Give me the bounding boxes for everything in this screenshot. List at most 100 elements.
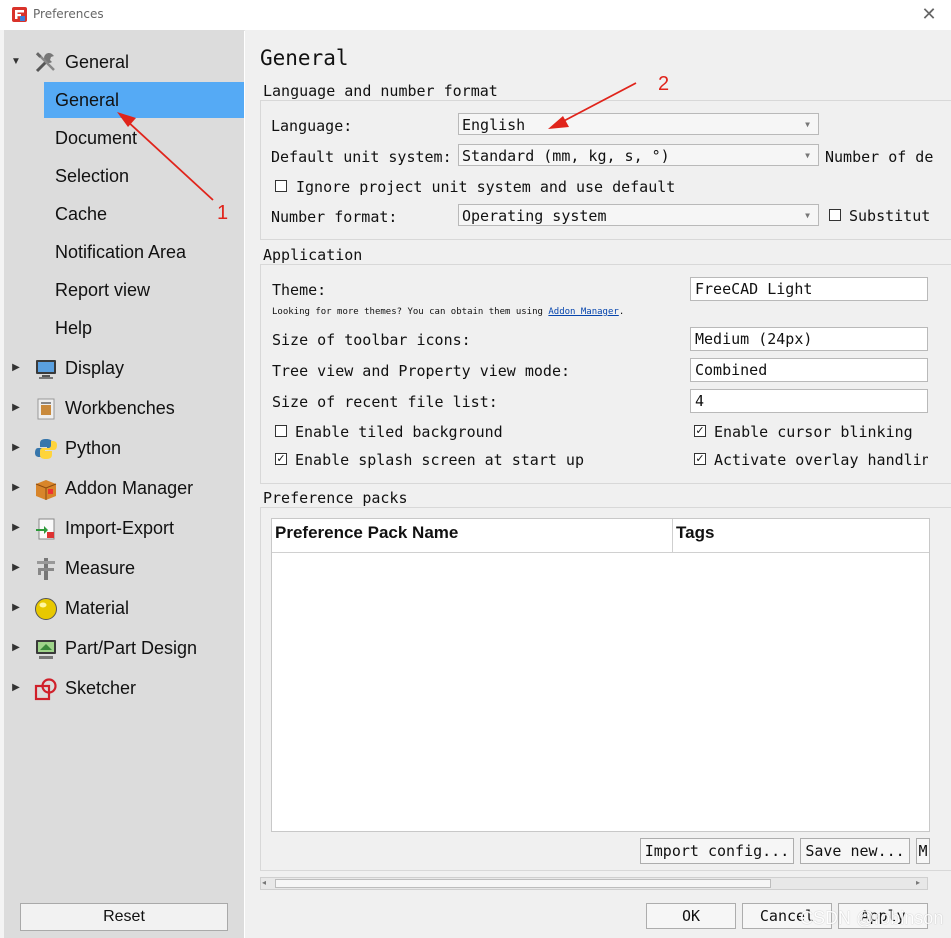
addon-manager-link[interactable]: Addon Manager	[548, 307, 618, 317]
tree-item-material[interactable]: ▶ Material	[4, 589, 244, 627]
overlay-handling-label: Activate overlay handlin	[714, 451, 928, 469]
group-title-language: Language and number format	[263, 82, 498, 100]
tree-child-report-view[interactable]: Report view	[44, 272, 244, 308]
tree-child-selection[interactable]: Selection	[44, 158, 244, 194]
tools-icon	[35, 52, 55, 73]
themes-hint: Looking for more themes? You can obtain …	[272, 307, 624, 317]
tree-item-python[interactable]: ▶ Python	[4, 429, 244, 467]
tree-item-part-design[interactable]: ▶ Part/Part Design	[4, 629, 244, 667]
more-button[interactable]: M	[916, 838, 930, 864]
substitute-checkbox[interactable]	[829, 209, 841, 221]
decimals-label: Number of de	[825, 148, 934, 166]
tree-item-sketcher[interactable]: ▶ Sketcher	[4, 669, 244, 707]
tree-child-label: Document	[55, 128, 138, 148]
tree-mode-select[interactable]: Combined	[690, 358, 928, 382]
tree-item-label: Sketcher	[65, 678, 137, 698]
tree-item-label: Workbenches	[65, 398, 175, 418]
part-design-icon	[36, 640, 56, 659]
collapsed-arrow-icon[interactable]: ▶	[10, 629, 22, 667]
collapsed-arrow-icon[interactable]: ▶	[10, 389, 22, 427]
workbenches-icon	[37, 398, 55, 420]
language-select[interactable]: English ▼	[458, 113, 819, 135]
collapsed-arrow-icon[interactable]: ▶	[10, 469, 22, 507]
ok-button[interactable]: OK	[646, 903, 736, 929]
tree-item-label: Material	[65, 598, 130, 618]
recent-files-label: Size of recent file list:	[272, 393, 498, 411]
annotation-label-2: 2	[658, 73, 670, 95]
collapsed-arrow-icon[interactable]: ▶	[10, 589, 22, 627]
python-icon	[35, 439, 57, 459]
caliper-icon	[37, 558, 55, 580]
sketcher-icon	[34, 678, 57, 701]
group-title-preference-packs: Preference packs	[263, 489, 408, 507]
recent-files-spinbox[interactable]: 4	[690, 389, 928, 413]
tree-item-label: Import-Export	[65, 518, 175, 538]
language-label: Language:	[271, 117, 353, 135]
tree-item-addon-manager[interactable]: ▶ Addon Manager	[4, 469, 244, 507]
themes-hint-text: Looking for more themes? You can obtain …	[272, 307, 543, 317]
tree-child-document[interactable]: Document	[44, 120, 244, 156]
cursor-blinking-label: Enable cursor blinking	[714, 423, 913, 441]
expanded-arrow-icon[interactable]: ▼	[10, 43, 22, 81]
tree-item-display[interactable]: ▶ Display	[4, 349, 244, 387]
tree-child-general[interactable]: General	[44, 82, 244, 118]
collapsed-arrow-icon[interactable]: ▶	[10, 349, 22, 387]
tree-child-help[interactable]: Help	[44, 310, 244, 346]
splash-screen-checkbox[interactable]: ✓	[275, 453, 287, 465]
tree-child-label: Report view	[55, 280, 151, 300]
toolbar-icons-select[interactable]: Medium (24px)	[690, 327, 928, 351]
import-export-icon	[36, 518, 55, 540]
themes-hint-end: .	[618, 307, 625, 317]
tree-child-label: Cache	[55, 204, 108, 224]
tree-item-label: Python	[65, 438, 122, 458]
import-config-button[interactable]: Import config...	[640, 838, 794, 864]
column-header-pack-name[interactable]: Preference Pack Name	[272, 519, 673, 553]
theme-select[interactable]: FreeCAD Light	[690, 277, 928, 301]
unit-system-select[interactable]: Standard (mm, kg, s, °) ▼	[458, 144, 819, 166]
window-title: Preferences	[33, 7, 104, 21]
unit-system-value: Standard (mm, kg, s, °)	[462, 147, 670, 165]
tree-item-label: Part/Part Design	[65, 638, 198, 658]
title-bar	[0, 0, 951, 31]
tree-item-label: Display	[65, 358, 125, 378]
scroll-right-arrow-icon[interactable]: ▸	[916, 878, 920, 887]
tree-child-cache[interactable]: Cache	[44, 196, 244, 232]
overlay-handling-checkbox[interactable]: ✓	[694, 453, 706, 465]
number-format-select[interactable]: Operating system ▼	[458, 204, 819, 226]
scroll-left-arrow-icon[interactable]: ◂	[262, 878, 266, 887]
tree-child-notification-area[interactable]: Notification Area	[44, 234, 244, 270]
scrollbar-thumb[interactable]	[275, 879, 771, 888]
tree-mode-label: Tree view and Property view mode:	[272, 362, 571, 380]
collapsed-arrow-icon[interactable]: ▶	[10, 549, 22, 587]
close-icon[interactable]: ✕	[918, 4, 940, 26]
substitute-label: Substitut	[849, 207, 929, 225]
theme-label: Theme:	[272, 281, 327, 299]
column-header-tags[interactable]: Tags	[673, 519, 929, 553]
chevron-down-icon: ▼	[805, 211, 810, 220]
chevron-down-icon: ▼	[805, 120, 810, 129]
tiled-background-label: Enable tiled background	[295, 423, 503, 441]
reset-button[interactable]: Reset	[20, 903, 228, 931]
tree-child-label: Help	[55, 318, 93, 338]
cursor-blinking-checkbox[interactable]: ✓	[694, 425, 706, 437]
tree-item-import-export[interactable]: ▶ Import-Export	[4, 509, 244, 547]
freecad-app-icon	[12, 7, 27, 22]
language-value: English	[462, 116, 526, 134]
collapsed-arrow-icon[interactable]: ▶	[10, 429, 22, 467]
ignore-project-checkbox[interactable]	[275, 180, 287, 192]
tree-item-label: Measure	[65, 558, 136, 578]
monitor-icon	[36, 360, 56, 379]
collapsed-arrow-icon[interactable]: ▶	[10, 509, 22, 547]
tree-item-label: Addon Manager	[65, 478, 194, 498]
tree-item-general[interactable]: ▼ General	[4, 43, 244, 81]
toolbar-icons-label: Size of toolbar icons:	[272, 331, 471, 349]
collapsed-arrow-icon[interactable]: ▶	[10, 669, 22, 707]
tiled-background-checkbox[interactable]	[275, 425, 287, 437]
preferences-tree: ▼ General General Document Selection Cac…	[4, 30, 244, 938]
preference-packs-table[interactable]: Preference Pack Name Tags	[271, 518, 930, 832]
tree-item-measure[interactable]: ▶ Measure	[4, 549, 244, 587]
splash-screen-label: Enable splash screen at start up	[295, 451, 584, 469]
tree-child-label: General	[55, 90, 120, 110]
tree-item-workbenches[interactable]: ▶ Workbenches	[4, 389, 244, 427]
save-new-button[interactable]: Save new...	[800, 838, 910, 864]
